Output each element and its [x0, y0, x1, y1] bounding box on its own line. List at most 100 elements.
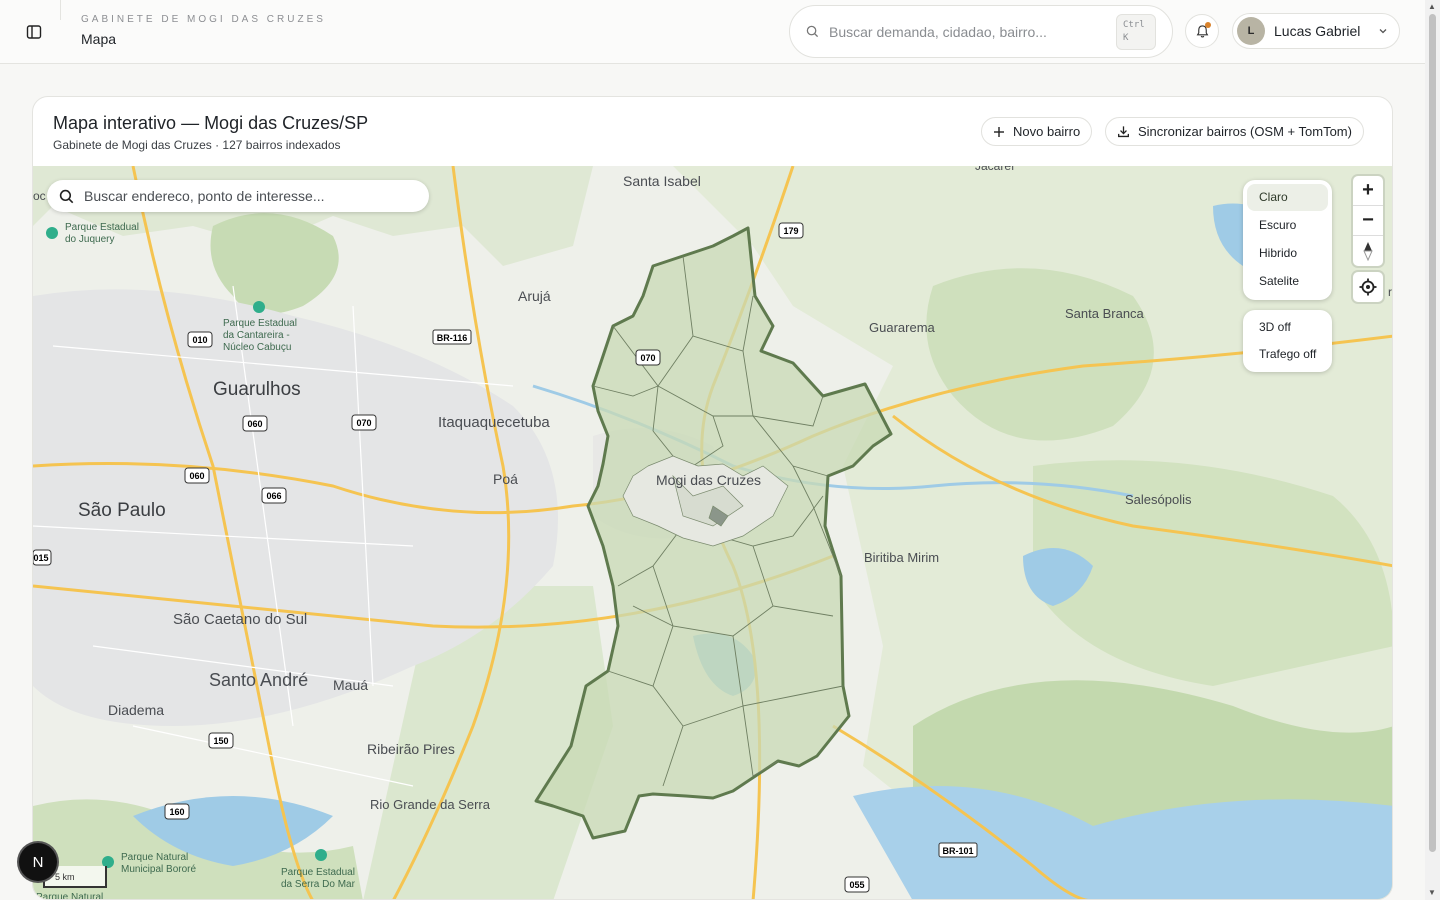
shield-070b: 070: [351, 414, 377, 431]
geolocate-button[interactable]: [1353, 272, 1383, 302]
shield-010: 010: [187, 331, 213, 348]
chevron-down-icon: [1379, 29, 1387, 34]
park-serra-mar-2: da Serra Do Mar: [281, 879, 356, 890]
place-guarulhos: Guarulhos: [213, 379, 301, 400]
svg-text:055: 055: [849, 880, 864, 890]
global-search[interactable]: Buscar demanda, cidadao, bairro... Ctrl …: [789, 5, 1173, 58]
shield-179: 179: [778, 222, 804, 239]
svg-text:BR-116: BR-116: [437, 333, 468, 343]
svg-text:010: 010: [192, 335, 207, 345]
park-cantareira-3: Núcleo Cabuçu: [223, 342, 291, 353]
place-maua: Mauá: [333, 677, 368, 693]
shield-060b: 060: [184, 467, 210, 484]
page-scrollbar[interactable]: ▲ ▼: [1425, 0, 1440, 900]
shield-br116: BR-116: [432, 329, 472, 345]
park-natural: Parque Natural: [36, 892, 103, 900]
sync-districts-button[interactable]: Sincronizar bairros (OSM + TomTom): [1105, 117, 1364, 146]
map-base-layer: Santa Isabel Jacareí Arujá Guararema San…: [33, 166, 1393, 900]
place-jacarei: Jacareí: [975, 166, 1015, 173]
place-salesopolis: Salesópolis: [1125, 492, 1192, 507]
notifications-button[interactable]: [1185, 14, 1219, 48]
sidebar-toggle-icon[interactable]: [22, 20, 46, 44]
shield-060a: 060: [242, 415, 268, 432]
svg-text:BR-101: BR-101: [942, 846, 973, 856]
park-cantareira-1: Parque Estadual: [223, 318, 297, 329]
park-cantareira-2: da Cantareira -: [223, 330, 290, 341]
map-toggle-menu: 3D off Trafego off: [1243, 310, 1332, 372]
place-ra: ra: [1388, 285, 1393, 299]
app-badge[interactable]: N: [19, 843, 57, 881]
toggle-traffic[interactable]: Trafego off: [1243, 341, 1332, 368]
svg-text:070: 070: [356, 418, 371, 428]
shield-015: 015: [33, 549, 52, 566]
place-mogi: Mogi das Cruzes: [656, 472, 761, 488]
map-canvas[interactable]: Santa Isabel Jacareí Arujá Guararema San…: [33, 166, 1393, 900]
scroll-up-icon[interactable]: ▲: [1428, 2, 1436, 11]
place-biritiba: Biritiba Mirim: [864, 550, 939, 565]
zoom-controls: + −: [1353, 176, 1383, 266]
style-claro[interactable]: Claro: [1247, 184, 1328, 211]
map-search[interactable]: Buscar endereco, ponto de interesse...: [47, 180, 429, 212]
place-ribeirao: Ribeirão Pires: [367, 741, 455, 757]
place-pres: oc: [33, 189, 46, 203]
global-search-placeholder: Buscar demanda, cidadao, bairro...: [829, 23, 1047, 40]
style-escuro[interactable]: Escuro: [1247, 212, 1328, 239]
compass-button[interactable]: [1353, 236, 1383, 266]
map-search-placeholder: Buscar endereco, ponto de interesse...: [84, 188, 325, 204]
place-poa: Poá: [493, 471, 518, 487]
svg-text:015: 015: [33, 553, 48, 563]
park-icon: [315, 849, 327, 861]
park-serra-mar-1: Parque Estadual: [281, 867, 355, 878]
shortcut-hint: Ctrl K: [1116, 13, 1156, 50]
org-label: GABINETE DE MOGI DAS CRUZES: [81, 14, 326, 25]
place-santo-andre: Santo André: [209, 670, 308, 690]
place-itaquaquecetuba: Itaquaquecetuba: [438, 414, 550, 431]
green-area: [210, 213, 339, 314]
new-district-button[interactable]: Novo bairro: [981, 117, 1093, 146]
style-hibrido[interactable]: Hibrido: [1247, 240, 1328, 267]
scrollbar-thumb[interactable]: [1429, 14, 1436, 852]
place-sao-caetano: São Caetano do Sul: [173, 611, 307, 628]
svg-text:160: 160: [169, 807, 184, 817]
park-juquery-2: do Juquery: [65, 234, 114, 245]
shortcut-ctrl: Ctrl: [1123, 19, 1145, 30]
svg-text:060: 060: [247, 419, 262, 429]
toggle-3d[interactable]: 3D off: [1243, 314, 1332, 341]
map-style-menu: Claro Escuro Hibrido Satelite: [1243, 180, 1332, 300]
user-name: Lucas Gabriel: [1274, 23, 1361, 39]
notification-dot: [1205, 22, 1211, 28]
svg-text:179: 179: [783, 226, 798, 236]
new-district-label: Novo bairro: [1013, 124, 1081, 139]
top-bar: GABINETE DE MOGI DAS CRUZES Mapa Buscar …: [0, 0, 1425, 64]
park-borore-1: Parque Natural: [121, 852, 188, 863]
place-rio-grande: Rio Grande da Serra: [370, 797, 491, 812]
svg-text:066: 066: [266, 491, 281, 501]
search-icon: [59, 189, 74, 203]
plus-icon: [994, 126, 1004, 137]
place-santa-branca: Santa Branca: [1065, 306, 1145, 321]
shield-br101: BR-101: [938, 842, 978, 858]
shortcut-key: K: [1123, 32, 1129, 43]
svg-text:150: 150: [213, 736, 228, 746]
shield-055: 055: [844, 876, 870, 893]
crosshair-icon: [1359, 278, 1377, 296]
scroll-down-icon[interactable]: ▼: [1428, 888, 1436, 897]
card-subtitle: Gabinete de Mogi das Cruzes · 127 bairro…: [53, 138, 341, 152]
shield-070a: 070: [635, 349, 661, 366]
place-diadema: Diadema: [108, 702, 164, 718]
compass-icon: [1363, 242, 1373, 261]
user-menu[interactable]: L Lucas Gabriel: [1232, 13, 1400, 49]
place-santa-isabel: Santa Isabel: [623, 173, 701, 189]
search-icon: [806, 25, 819, 38]
zoom-out-button[interactable]: −: [1353, 206, 1383, 236]
zoom-in-button[interactable]: +: [1353, 176, 1383, 206]
avatar: L: [1237, 17, 1265, 45]
svg-text:070: 070: [640, 353, 655, 363]
map-card: Mapa interativo — Mogi das Cruzes/SP Gab…: [32, 96, 1393, 900]
style-satelite[interactable]: Satelite: [1247, 268, 1328, 295]
park-icon: [46, 227, 58, 239]
shield-160: 160: [164, 803, 190, 820]
place-guararema: Guararema: [869, 320, 936, 335]
svg-text:060: 060: [189, 471, 204, 481]
page-title: Mapa: [81, 31, 117, 47]
